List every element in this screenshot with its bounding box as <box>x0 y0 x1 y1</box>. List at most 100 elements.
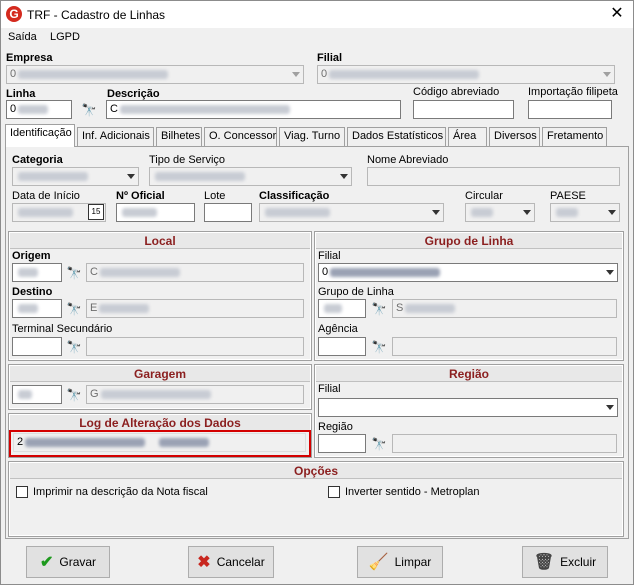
descricao-input[interactable]: C <box>106 100 401 119</box>
tipo-servico-label: Tipo de Serviço <box>149 154 226 166</box>
descricao-label: Descrição <box>107 88 160 100</box>
destino-name: E <box>90 302 98 314</box>
grupo-linha-title: Grupo de Linha <box>316 233 622 249</box>
tab-inf-adicionais[interactable]: Inf. Adicionais <box>77 127 154 146</box>
terminal-code-input[interactable] <box>12 337 62 356</box>
binoculars-icon[interactable]: 🔭 <box>66 266 82 280</box>
importacao-filipeta-label: Importação filipeta <box>528 86 618 98</box>
grupo-linha-name: S <box>396 302 404 314</box>
paese-combo[interactable] <box>550 203 620 222</box>
chevron-down-icon[interactable] <box>428 204 443 221</box>
regiao-filial-combo[interactable] <box>318 398 618 417</box>
grupo-linha-code-input[interactable] <box>318 299 366 318</box>
binoculars-icon[interactable]: 🔭 <box>371 340 387 354</box>
tipo-servico-combo[interactable] <box>149 167 352 186</box>
chevron-down-icon[interactable] <box>604 204 619 221</box>
excluir-button[interactable]: 🗑 Excluir <box>522 546 608 578</box>
cancelar-label: Cancelar <box>216 555 265 569</box>
chevron-down-icon[interactable] <box>336 168 351 185</box>
descricao-value: C <box>110 103 118 115</box>
linha-input[interactable]: 0 <box>6 100 72 119</box>
n-oficial-input[interactable] <box>116 203 195 222</box>
garagem-title: Garagem <box>10 366 310 382</box>
agencia-name-input <box>392 337 617 356</box>
grupo-filial-combo[interactable]: 0 <box>318 263 618 282</box>
calendar-icon[interactable]: 15 <box>88 204 104 220</box>
destino-label: Destino <box>12 286 53 298</box>
chevron-down-icon[interactable] <box>519 204 534 221</box>
binoculars-icon[interactable]: 🔭 <box>66 340 82 354</box>
grupo-linha-label: Grupo de Linha <box>318 286 394 298</box>
tab-dados-estatisticos[interactable]: Dados Estatísticos <box>347 127 446 146</box>
destino-name-input: E <box>86 299 304 318</box>
chevron-down-icon[interactable] <box>123 168 138 185</box>
tab-area[interactable]: Área <box>448 127 487 146</box>
inverter-label: Inverter sentido - Metroplan <box>345 486 480 498</box>
chevron-down-icon[interactable] <box>288 66 303 83</box>
nome-abreviado-input[interactable] <box>367 167 620 186</box>
binoculars-icon[interactable]: 🔭 <box>81 103 97 117</box>
empresa-combo[interactable]: 0 <box>6 65 304 84</box>
regiao-title: Região <box>316 366 622 382</box>
filial-combo[interactable]: 0 <box>317 65 615 84</box>
categoria-label: Categoria <box>12 154 63 166</box>
circular-label: Circular <box>465 190 503 202</box>
linha-value: 0 <box>10 103 17 115</box>
grupo-filial-value: 0 <box>322 266 329 278</box>
nome-abreviado-label: Nome Abreviado <box>367 154 449 166</box>
menu-saida[interactable]: Saída <box>8 31 37 43</box>
agencia-code-input[interactable] <box>318 337 366 356</box>
classificacao-label: Classificação <box>259 190 330 202</box>
chevron-down-icon[interactable] <box>599 66 614 83</box>
tab-bilhetes[interactable]: Bilhetes <box>156 127 202 146</box>
agencia-label: Agência <box>318 323 358 335</box>
garagem-name: G <box>90 388 99 400</box>
codigo-abreviado-input[interactable] <box>413 100 514 119</box>
garagem-name-input: G <box>86 385 304 404</box>
regiao-code-input[interactable] <box>318 434 366 453</box>
classificacao-combo[interactable] <box>259 203 444 222</box>
lote-input[interactable] <box>204 203 252 222</box>
inverter-checkbox[interactable] <box>328 486 340 498</box>
close-icon[interactable]: ✕ <box>604 3 630 25</box>
log-value-input: 2 <box>13 433 306 452</box>
terminal-secundario-label: Terminal Secundário <box>12 323 113 335</box>
circular-combo[interactable] <box>465 203 535 222</box>
tab-identificacao[interactable]: Identificação <box>5 124 75 147</box>
limpar-button[interactable]: 🧹 Limpar <box>357 546 443 578</box>
garagem-code-input[interactable] <box>12 385 62 404</box>
binoculars-icon[interactable]: 🔭 <box>371 302 387 316</box>
categoria-combo[interactable] <box>12 167 139 186</box>
filial-label: Filial <box>317 52 343 64</box>
imprimir-label: Imprimir na descrição da Nota fiscal <box>33 486 208 498</box>
linha-label: Linha <box>6 88 36 100</box>
limpar-label: Limpar <box>394 555 432 569</box>
origem-name: C <box>90 266 98 278</box>
binoculars-icon[interactable]: 🔭 <box>371 437 387 451</box>
tab-fretamento[interactable]: Fretamento <box>542 127 607 146</box>
cancelar-button[interactable]: ✖ Cancelar <box>188 546 274 578</box>
local-title: Local <box>10 233 310 249</box>
binoculars-icon[interactable]: 🔭 <box>66 302 82 316</box>
lote-label: Lote <box>204 190 226 202</box>
gravar-button[interactable]: ✔ Gravar <box>26 546 110 578</box>
menu-lgpd[interactable]: LGPD <box>50 31 80 43</box>
cancel-x-icon: ✖ <box>197 554 211 571</box>
chevron-down-icon[interactable] <box>602 264 617 281</box>
origem-label: Origem <box>12 250 51 262</box>
regiao-name-input <box>392 434 617 453</box>
imprimir-checkbox[interactable] <box>16 486 28 498</box>
tab-o-concessor[interactable]: O. Concessor <box>204 127 277 146</box>
origem-code-input[interactable] <box>12 263 62 282</box>
binoculars-icon[interactable]: 🔭 <box>66 388 82 402</box>
importacao-filipeta-input[interactable] <box>528 100 612 119</box>
empresa-value: 0 <box>10 68 17 80</box>
app-logo-icon: G <box>6 6 22 22</box>
tab-viag-turno[interactable]: Viag. Turno <box>279 127 345 146</box>
origem-name-input: C <box>86 263 304 282</box>
broom-icon: 🧹 <box>368 554 389 571</box>
terminal-name-input <box>86 337 304 356</box>
chevron-down-icon[interactable] <box>602 399 617 416</box>
destino-code-input[interactable] <box>12 299 62 318</box>
tab-diversos[interactable]: Diversos <box>489 127 540 146</box>
